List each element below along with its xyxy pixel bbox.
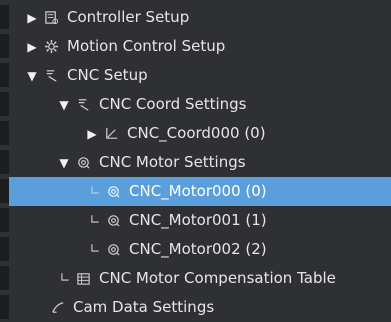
tree-item-label: CNC_Motor000 (0) [129,182,267,200]
gear-icon [43,39,59,55]
gutter-marker [0,266,9,290]
tree-item-controller-setup[interactable]: ▶ Controller Setup [9,3,391,32]
tree-item-cnc-motor001[interactable]: ∟ CNC_Motor001 (1) [9,206,391,235]
controller-setup-icon [43,10,59,26]
tree-item-label: CNC Coord Settings [99,95,247,113]
collapse-arrow-icon[interactable]: ▼ [57,98,71,112]
cnc-coord-icon [75,97,91,113]
tree-item-cam-data-settings[interactable]: Cam Data Settings [9,293,391,322]
tree-item-label: Controller Setup [67,8,190,26]
gutter-marker [0,121,9,145]
tree-item-cnc-motor002[interactable]: ∟ CNC_Motor002 (2) [9,235,391,264]
gutter-marker [0,92,9,116]
tree-item-label: Motion Control Setup [67,37,226,55]
tree-item-label: CNC Motor Settings [99,153,246,171]
gutter-marker [0,295,9,319]
tree-item-cnc-motor-settings[interactable]: ▼ CNC Motor Settings [9,148,391,177]
tree-item-cnc-coord000[interactable]: ▶ CNC_Coord000 (0) [9,119,391,148]
motor-icon [105,242,121,258]
tree-item-label: CNC_Motor002 (2) [129,240,267,258]
gutter-marker [0,34,9,58]
collapse-arrow-icon[interactable]: ▼ [25,69,39,83]
tree-connector: ∟ [89,213,101,228]
tree-item-cnc-motor000[interactable]: ∟ CNC_Motor000 (0) [9,177,391,206]
tree-item-cnc-setup[interactable]: ▼ CNC Setup [9,61,391,90]
gutter-marker [0,5,9,29]
tree-item-label: Cam Data Settings [73,298,215,316]
coord-axes-icon [103,126,119,142]
expand-arrow-icon[interactable]: ▶ [25,11,39,25]
tree-item-label: CNC Setup [67,66,148,84]
cnc-icon [43,68,59,84]
gutter-marker [0,179,9,203]
motor-icon [105,213,121,229]
gutter-marker [0,63,9,87]
tree-item-label: CNC Motor Compensation Table [99,269,336,287]
tree-item-label: CNC_Coord000 (0) [127,124,266,142]
gutter-marker [0,208,9,232]
motor-settings-icon [75,155,91,171]
table-icon [75,271,91,287]
motor-icon [105,184,121,200]
tree-item-label: CNC_Motor001 (1) [129,211,267,229]
gutter-marker [0,237,9,261]
expand-arrow-icon[interactable]: ▶ [25,40,39,54]
cam-icon [49,300,65,316]
tree-item-cnc-motor-compensation-table[interactable]: ∟ CNC Motor Compensation Table [9,264,391,293]
gutter-marker [0,150,9,174]
collapse-arrow-icon[interactable]: ▼ [57,156,71,170]
tree-item-motion-control-setup[interactable]: ▶ Motion Control Setup [9,32,391,61]
expand-arrow-icon[interactable]: ▶ [85,127,99,141]
tree-item-cnc-coord-settings[interactable]: ▼ CNC Coord Settings [9,90,391,119]
tree-connector: ∟ [89,242,101,257]
tree-connector: ∟ [59,271,71,286]
tree-connector: ∟ [89,184,101,199]
